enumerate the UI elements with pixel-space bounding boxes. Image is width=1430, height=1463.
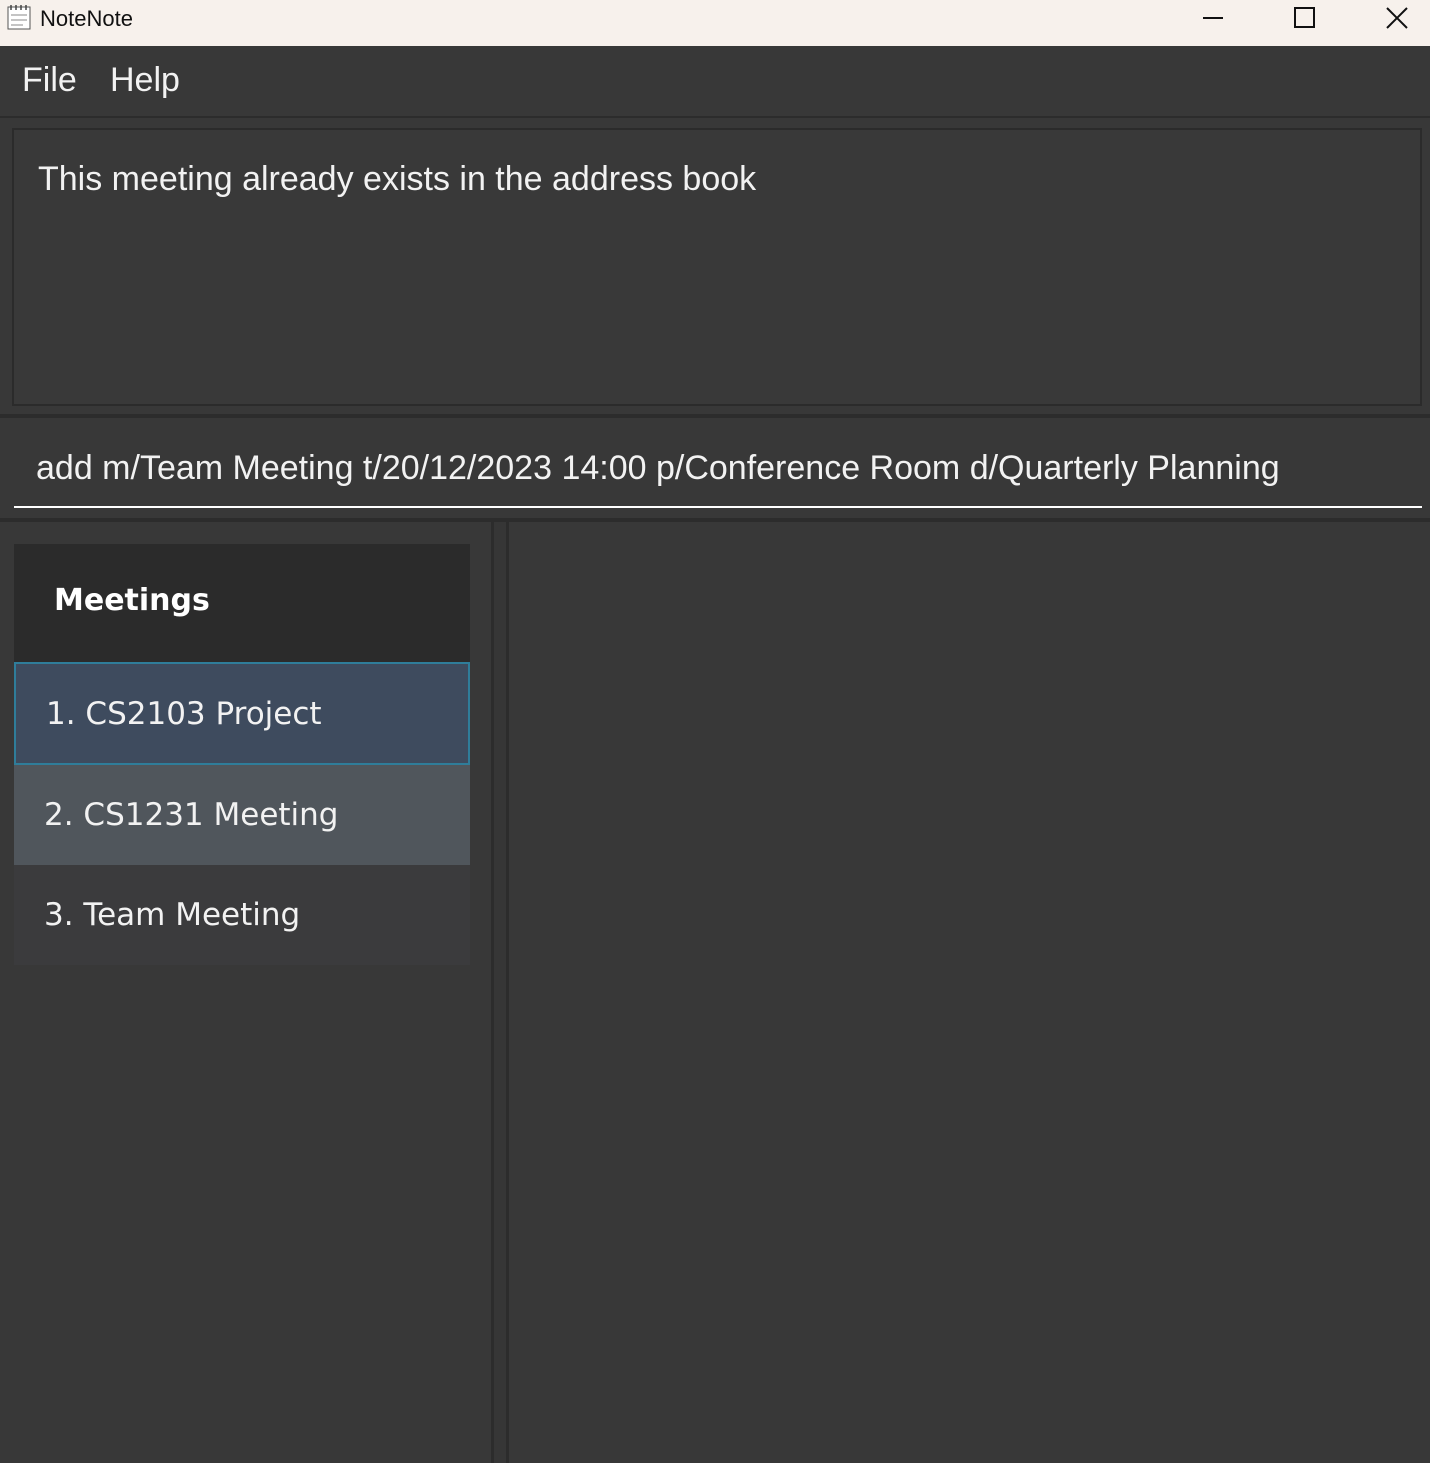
- meetings-header: Meetings: [14, 544, 470, 662]
- title-bar: NoteNote: [0, 0, 1430, 46]
- close-button[interactable]: [1352, 0, 1430, 38]
- menu-help[interactable]: Help: [110, 60, 180, 100]
- result-message: This meeting already exists in the addre…: [38, 160, 757, 198]
- meeting-label: 2. CS1231 Meeting: [44, 797, 339, 833]
- list-item[interactable]: 2. CS1231 Meeting: [14, 765, 470, 865]
- meeting-detail-pane: [509, 522, 1430, 1463]
- list-item[interactable]: 1. CS2103 Project: [14, 662, 470, 765]
- maximize-button[interactable]: [1258, 0, 1348, 38]
- list-item[interactable]: 3. Team Meeting: [14, 865, 470, 965]
- meetings-header-title: Meetings: [54, 583, 210, 618]
- menu-bar: File Help: [0, 46, 1430, 118]
- note-app-icon: [7, 4, 31, 30]
- command-box: [14, 430, 1422, 508]
- split-pane-divider[interactable]: [491, 522, 509, 1463]
- app-window: NoteNote File Help This meeting already …: [0, 0, 1430, 1463]
- result-display[interactable]: This meeting already exists in the addre…: [12, 128, 1422, 406]
- command-input[interactable]: [36, 446, 1416, 490]
- meeting-label: 1. CS2103 Project: [46, 696, 322, 732]
- meeting-label: 3. Team Meeting: [44, 897, 301, 933]
- divider: [0, 414, 1430, 418]
- meeting-list-pane: Meetings 1. CS2103 Project 2. CS1231 Mee…: [0, 522, 490, 1463]
- minimize-button[interactable]: [1168, 0, 1258, 38]
- menu-file[interactable]: File: [22, 60, 77, 100]
- window-title: NoteNote: [40, 6, 133, 31]
